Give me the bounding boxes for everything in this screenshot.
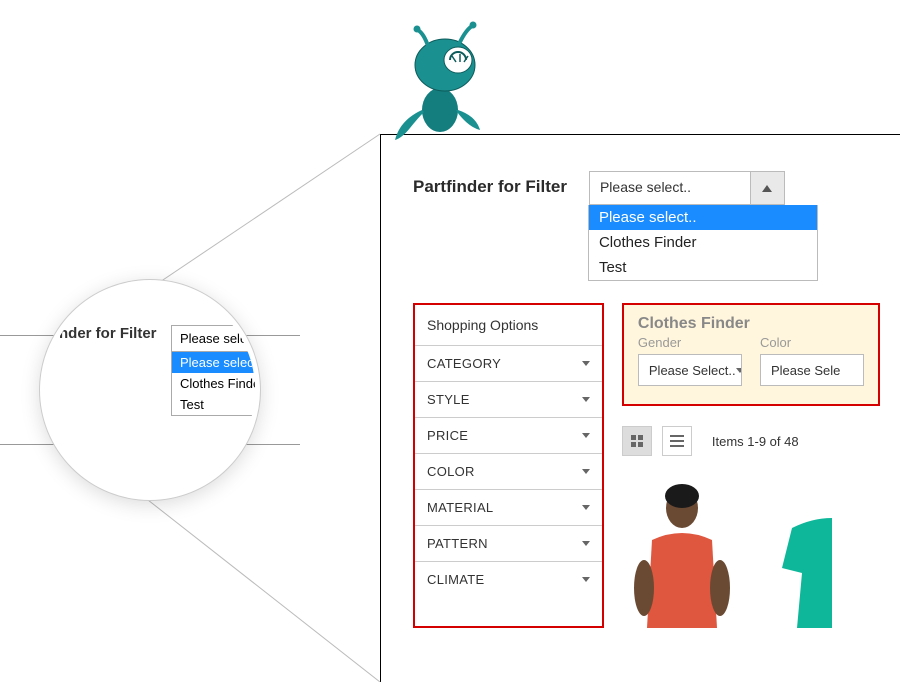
partfinder-label: Partfinder for Filter bbox=[413, 171, 567, 197]
chevron-down-icon bbox=[582, 541, 590, 546]
finder-title: Clothes Finder bbox=[638, 315, 864, 333]
lens-option[interactable]: Please select.. bbox=[172, 352, 260, 373]
shopping-options-sidebar: Shopping Options CATEGORY STYLE PRICE CO… bbox=[413, 303, 604, 628]
finder-field-label: Gender bbox=[638, 335, 742, 350]
zoom-lens: rtfinder for Filter Please select.. Plea… bbox=[40, 280, 260, 500]
filter-pattern[interactable]: PATTERN bbox=[415, 525, 602, 561]
chevron-down-icon bbox=[582, 361, 590, 366]
item-count: Items 1-9 of 48 bbox=[712, 434, 799, 449]
sidebar-heading: Shopping Options bbox=[415, 305, 602, 345]
finder-field-label: Color bbox=[760, 335, 864, 350]
lens-option[interactable]: Test bbox=[172, 394, 260, 415]
filter-material[interactable]: MATERIAL bbox=[415, 489, 602, 525]
lens-dropdown: Please select.. Clothes Finder Test bbox=[171, 352, 260, 416]
partfinder-option[interactable]: Please select.. bbox=[589, 205, 817, 230]
chevron-down-icon bbox=[582, 577, 590, 582]
filter-category[interactable]: CATEGORY bbox=[415, 345, 602, 381]
filter-climate[interactable]: CLIMATE bbox=[415, 561, 602, 597]
partfinder-select[interactable]: Please select.. Please select.. Clothes … bbox=[589, 171, 785, 205]
chevron-down-icon bbox=[582, 433, 590, 438]
main-panel: Partfinder for Filter Please select.. Pl… bbox=[380, 134, 900, 682]
chevron-up-icon[interactable] bbox=[750, 172, 784, 204]
filter-price[interactable]: PRICE bbox=[415, 417, 602, 453]
lens-partfinder-label: rtfinder for Filter bbox=[40, 325, 157, 342]
mascot-alien bbox=[380, 0, 500, 165]
lens-select-value: Please select.. bbox=[172, 326, 260, 351]
partfinder-select-value: Please select.. bbox=[590, 172, 750, 204]
filter-color[interactable]: COLOR bbox=[415, 453, 602, 489]
partfinder-dropdown: Please select.. Clothes Finder Test bbox=[588, 205, 818, 281]
chevron-down-icon bbox=[582, 505, 590, 510]
product-grid bbox=[622, 478, 880, 628]
clothes-finder-box: Clothes Finder Gender Please Select.. Co… bbox=[622, 303, 880, 406]
product-card[interactable] bbox=[622, 478, 742, 628]
filter-style[interactable]: STYLE bbox=[415, 381, 602, 417]
chevron-down-icon bbox=[582, 469, 590, 474]
list-view-button[interactable] bbox=[662, 426, 692, 456]
partfinder-option[interactable]: Test bbox=[589, 255, 817, 280]
lens-select[interactable]: Please select.. bbox=[171, 325, 260, 352]
color-select[interactable]: Please Sele bbox=[760, 354, 864, 386]
partfinder-option[interactable]: Clothes Finder bbox=[589, 230, 817, 255]
chevron-down-icon bbox=[736, 368, 742, 373]
toolbar: Items 1-9 of 48 bbox=[622, 426, 880, 456]
list-icon bbox=[670, 435, 684, 447]
lens-option[interactable]: Clothes Finder bbox=[172, 373, 260, 394]
grid-icon bbox=[631, 435, 643, 447]
grid-view-button[interactable] bbox=[622, 426, 652, 456]
product-card[interactable] bbox=[772, 478, 832, 628]
chevron-down-icon bbox=[582, 397, 590, 402]
gender-select[interactable]: Please Select.. bbox=[638, 354, 742, 386]
